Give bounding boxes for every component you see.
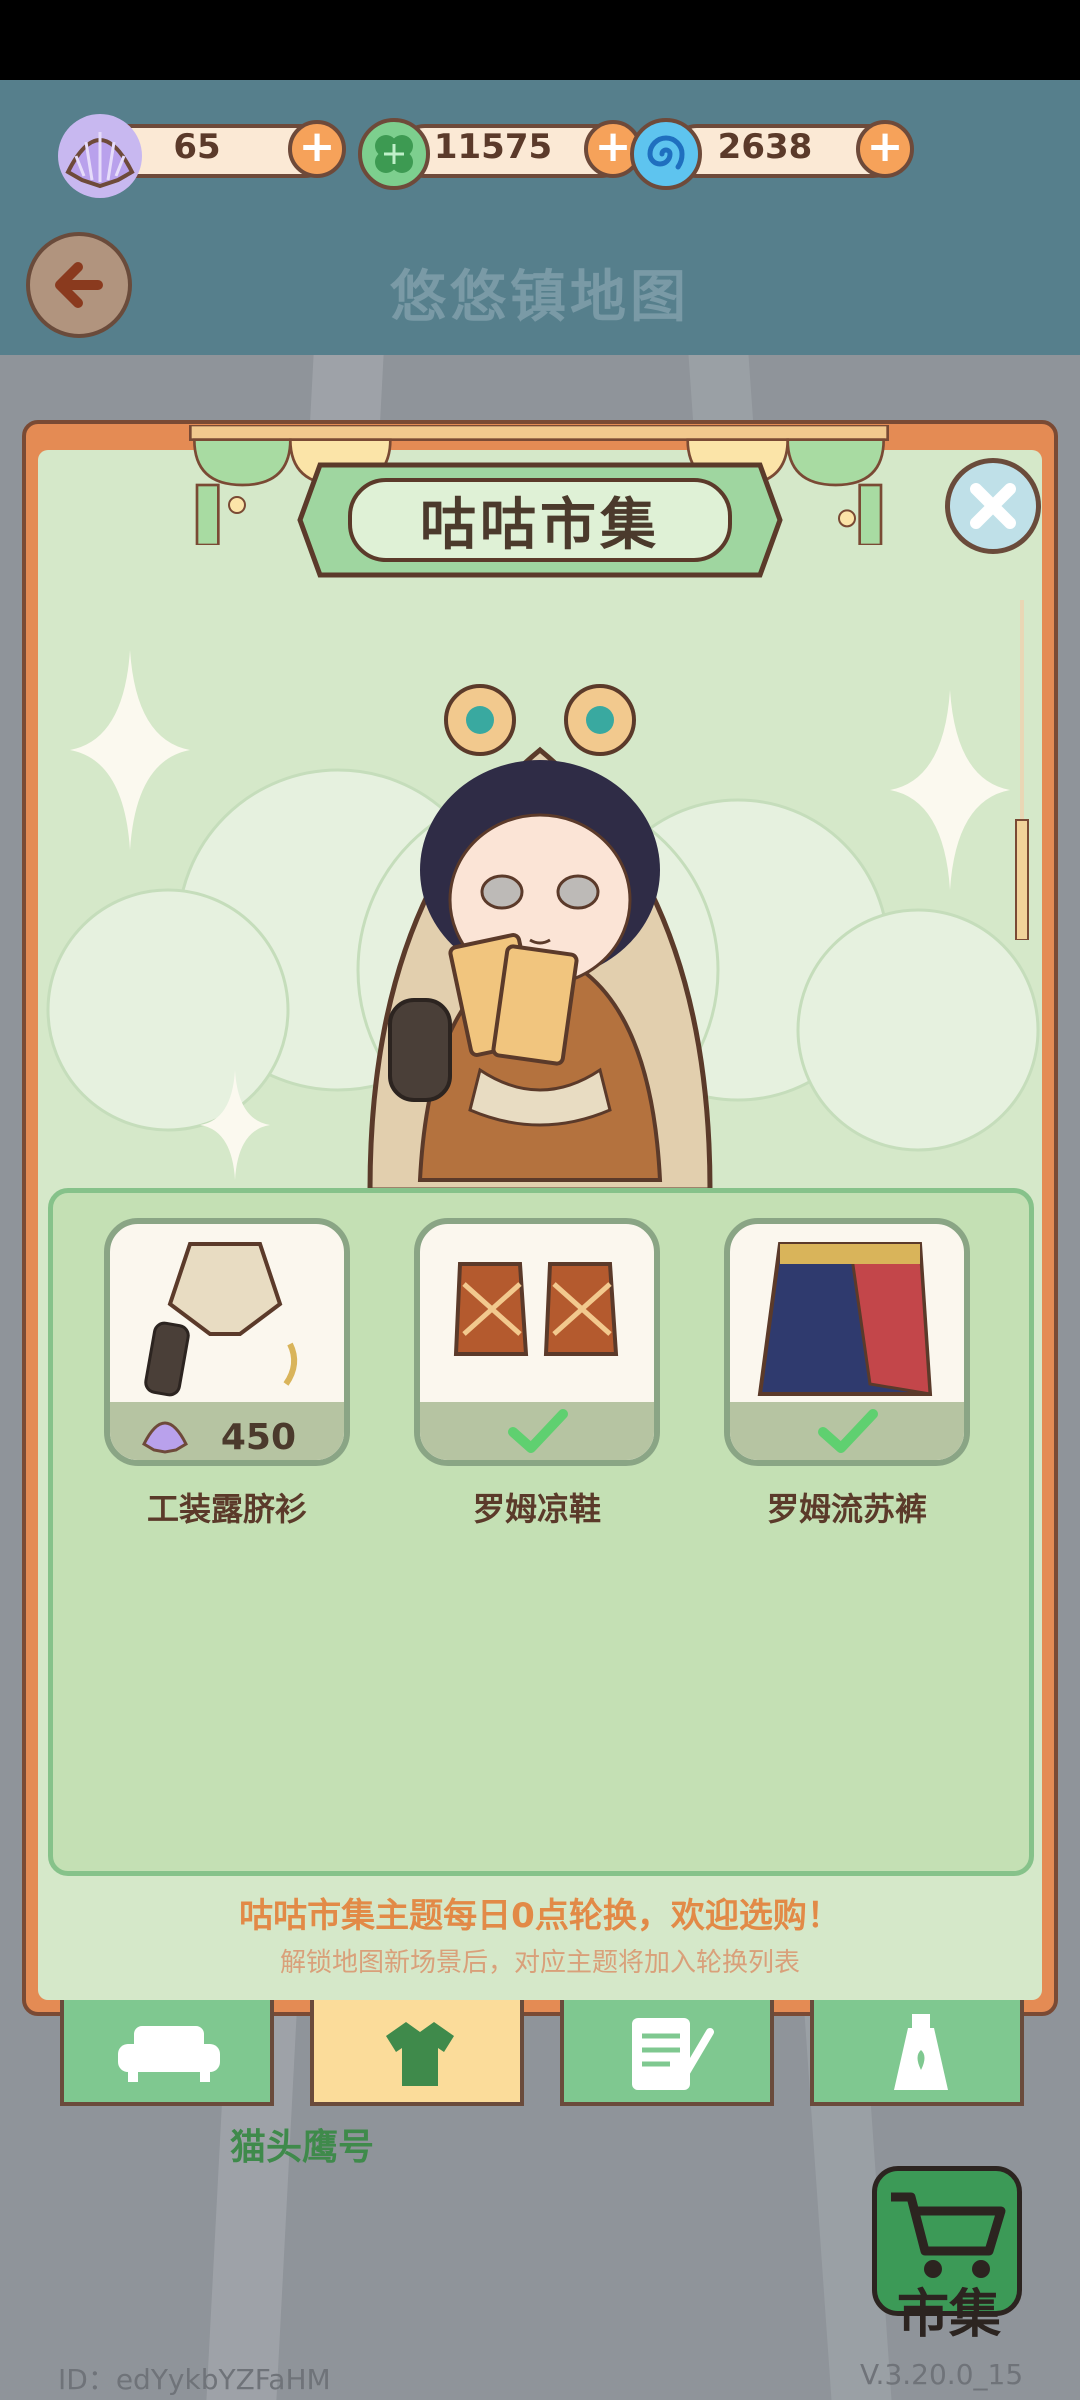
tab-notes[interactable] xyxy=(560,2000,774,2106)
swirl-icon xyxy=(630,118,702,190)
active-tab-label: 猫头鹰号 xyxy=(230,2127,375,2168)
user-id: ID：edYykbYZFaHM xyxy=(58,2363,331,2396)
tab-furniture[interactable] xyxy=(60,2000,274,2106)
shirt-icon xyxy=(386,2022,454,2086)
shop-item-card[interactable] xyxy=(414,1218,660,1466)
notepad-icon xyxy=(632,2018,714,2090)
version-label: V.3.20.0_15 xyxy=(860,2358,1024,2391)
tab-clothing[interactable] xyxy=(310,2000,524,2106)
sofa-icon xyxy=(118,2026,220,2082)
checkmark-icon xyxy=(818,1409,878,1453)
arrow-left-icon xyxy=(55,262,103,308)
item-name: 罗姆凉鞋 xyxy=(472,1490,601,1528)
tab-items[interactable] xyxy=(810,2000,1024,2106)
tassel-decoration xyxy=(1014,600,1030,941)
item-name: 工装露脐衫 xyxy=(146,1490,307,1528)
close-icon xyxy=(970,483,1016,529)
checkmark-icon xyxy=(508,1409,568,1453)
sparkle-icon xyxy=(200,1070,270,1180)
rotation-notice: 咕咕市集主题每日0点轮换，欢迎选购！ xyxy=(239,1896,841,1936)
back-button[interactable] xyxy=(26,232,132,338)
add-swirl-button[interactable]: + xyxy=(856,120,914,178)
shop-item-card[interactable] xyxy=(724,1218,970,1466)
shell-icon xyxy=(142,1421,188,1454)
clover-icon xyxy=(358,118,430,190)
bottle-icon xyxy=(894,2014,948,2090)
shop-item-card[interactable]: 450 xyxy=(104,1218,350,1466)
tassel-pants-icon xyxy=(757,1242,933,1396)
item-name: 罗姆流苏裤 xyxy=(766,1490,927,1528)
sandals-icon xyxy=(453,1262,619,1356)
status-bar xyxy=(0,0,1080,80)
sparkle-icon xyxy=(70,650,190,850)
shopping-cart-icon xyxy=(891,2192,1006,2278)
top-bar: 65 + 11575 + 2638 + 悠悠镇地图 xyxy=(0,80,1080,355)
sparkle-icon xyxy=(890,690,1010,890)
shell-icon xyxy=(58,114,142,198)
character-illustration xyxy=(367,684,713,1190)
rotation-subnotice: 解锁地图新场景后，对应主题将加入轮换列表 xyxy=(279,1948,800,1978)
add-shell-button[interactable]: + xyxy=(288,120,346,178)
shop-title: 咕咕市集 xyxy=(420,493,660,558)
close-button[interactable] xyxy=(945,458,1041,554)
page-title: 悠悠镇地图 xyxy=(390,265,690,330)
crop-top-icon xyxy=(144,1242,298,1397)
market-label: 市集 xyxy=(896,2285,1001,2345)
item-price: 450 xyxy=(220,1417,296,1458)
